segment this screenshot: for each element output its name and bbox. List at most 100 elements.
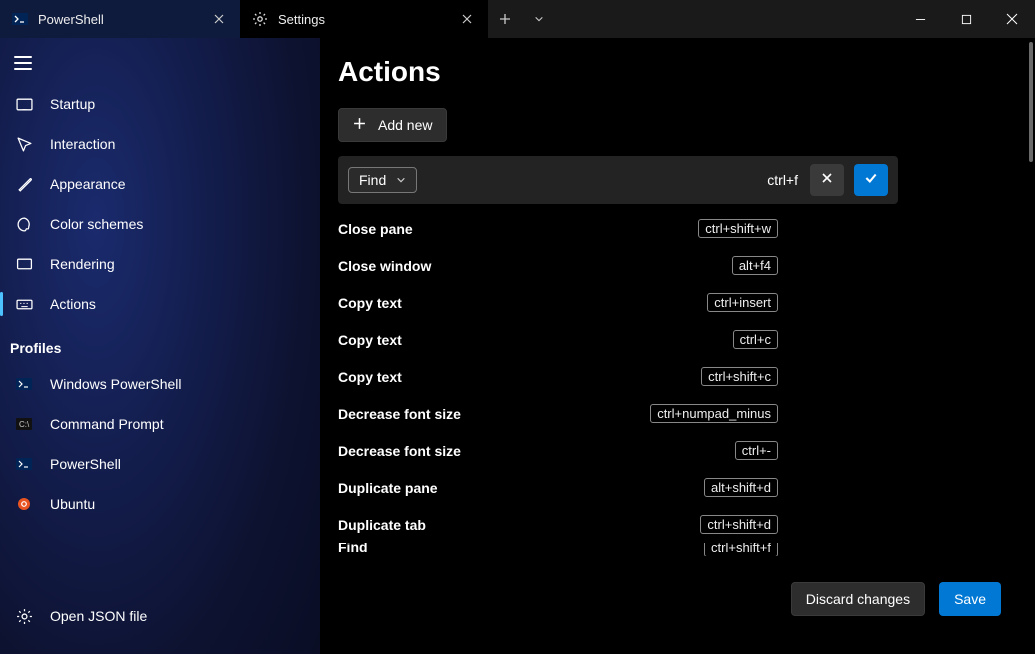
action-name: Duplicate tab — [338, 517, 426, 533]
save-button[interactable]: Save — [939, 582, 1001, 616]
cancel-edit-button[interactable] — [810, 164, 844, 196]
main-panel: Actions Add new Find ctrl+f — [320, 38, 1035, 654]
sidebar-item-appearance[interactable]: Appearance — [0, 164, 320, 204]
add-new-button[interactable]: Add new — [338, 108, 447, 142]
title-bar: PowerShell Settings — [0, 0, 1035, 38]
gear-icon — [14, 606, 34, 626]
action-name: Copy text — [338, 332, 402, 348]
powershell-icon — [14, 454, 34, 474]
svg-text:C:\: C:\ — [19, 420, 30, 429]
profile-command-prompt[interactable]: C:\ Command Prompt — [0, 404, 320, 444]
check-icon — [864, 171, 878, 190]
window-close-button[interactable] — [989, 0, 1035, 38]
interaction-icon — [14, 134, 34, 154]
action-shortcut: alt+f4 — [732, 256, 778, 275]
sidebar-item-label: Rendering — [50, 256, 115, 272]
powershell-icon — [12, 11, 28, 27]
profile-powershell[interactable]: PowerShell — [0, 444, 320, 484]
action-row[interactable]: Copy text ctrl+insert — [338, 284, 778, 321]
action-name: Find — [338, 543, 368, 555]
sidebar-item-interaction[interactable]: Interaction — [0, 124, 320, 164]
discard-changes-button[interactable]: Discard changes — [791, 582, 925, 616]
appearance-icon — [14, 174, 34, 194]
action-row[interactable]: Close panectrl+shift+w — [338, 210, 778, 247]
ubuntu-icon — [14, 494, 34, 514]
sidebar-item-rendering[interactable]: Rendering — [0, 244, 320, 284]
sidebar-item-label: PowerShell — [50, 456, 121, 472]
scrollbar[interactable] — [1029, 38, 1033, 562]
action-row[interactable]: Copy text ctrl+shift+c — [338, 358, 778, 395]
plus-icon — [353, 117, 366, 133]
action-shortcut: ctrl+shift+c — [701, 367, 778, 386]
action-shortcut: ctrl+c — [733, 330, 778, 349]
tab-powershell[interactable]: PowerShell — [0, 0, 240, 38]
sidebar-item-label: Color schemes — [50, 216, 143, 232]
action-row[interactable]: Copy text ctrl+c — [338, 321, 778, 358]
chevron-down-icon — [396, 172, 406, 188]
action-select[interactable]: Find — [348, 167, 417, 193]
sidebar-item-label: Command Prompt — [50, 416, 164, 432]
action-name: Copy text — [338, 369, 402, 385]
rendering-icon — [14, 254, 34, 274]
sidebar-item-label: Interaction — [50, 136, 115, 152]
sidebar-item-color-schemes[interactable]: Color schemes — [0, 204, 320, 244]
sidebar-item-actions[interactable]: Actions — [0, 284, 320, 324]
sidebar-item-label: Ubuntu — [50, 496, 95, 512]
action-shortcut: ctrl+numpad_minus — [650, 404, 778, 423]
window-minimize-button[interactable] — [897, 0, 943, 38]
action-row[interactable]: Duplicate tab ctrl+shift+d — [338, 506, 778, 543]
tab-dropdown-button[interactable] — [522, 0, 556, 38]
sidebar-item-label: Open JSON file — [50, 608, 147, 624]
action-shortcut: alt+shift+d — [704, 478, 778, 497]
action-row[interactable]: Find ctrl+shift+f — [338, 543, 778, 556]
sidebar-item-label: Windows PowerShell — [50, 376, 182, 392]
tab-label: Settings — [278, 12, 448, 27]
accept-edit-button[interactable] — [854, 164, 888, 196]
action-shortcut: ctrl+shift+d — [700, 515, 778, 534]
close-icon[interactable] — [210, 10, 228, 28]
sidebar-item-startup[interactable]: Startup — [0, 84, 320, 124]
profile-ubuntu[interactable]: Ubuntu — [0, 484, 320, 524]
add-new-label: Add new — [378, 117, 432, 133]
sidebar-item-label: Appearance — [50, 176, 126, 192]
profile-windows-powershell[interactable]: Windows PowerShell — [0, 364, 320, 404]
sidebar-item-label: Actions — [50, 296, 96, 312]
sidebar: Startup Interaction Appearance Color sch… — [0, 38, 320, 654]
open-json-file[interactable]: Open JSON file — [0, 596, 320, 636]
action-name: Close window — [338, 258, 431, 274]
action-name: Copy text — [338, 295, 402, 311]
palette-icon — [14, 214, 34, 234]
action-name: Decrease font size — [338, 406, 461, 422]
shortcut-input[interactable]: ctrl+f — [765, 168, 800, 192]
action-row[interactable]: Decrease font size ctrl+numpad_minus — [338, 395, 778, 432]
action-row[interactable]: Close window alt+f4 — [338, 247, 778, 284]
gear-icon — [252, 11, 268, 27]
action-row[interactable]: Decrease font size ctrl+- — [338, 432, 778, 469]
profile-truncated[interactable] — [0, 524, 320, 534]
hamburger-button[interactable] — [0, 44, 320, 84]
action-edit-row: Find ctrl+f — [338, 156, 898, 204]
action-row[interactable]: Duplicate pane alt+shift+d — [338, 469, 778, 506]
action-shortcut: ctrl+shift+f — [704, 543, 778, 556]
profiles-header: Profiles — [0, 324, 320, 364]
tab-label: PowerShell — [38, 12, 200, 27]
action-shortcut: ctrl+shift+w — [698, 219, 778, 238]
close-icon[interactable] — [458, 10, 476, 28]
window-maximize-button[interactable] — [943, 0, 989, 38]
action-select-value: Find — [359, 172, 386, 188]
footer: Discard changes Save — [320, 562, 1035, 654]
page-title: Actions — [338, 56, 1029, 88]
close-icon — [821, 171, 833, 189]
new-tab-button[interactable] — [488, 0, 522, 38]
action-shortcut: ctrl+- — [735, 441, 778, 460]
cmd-icon: C:\ — [14, 414, 34, 434]
keyboard-icon — [14, 294, 34, 314]
action-shortcut: ctrl+insert — [707, 293, 778, 312]
hamburger-icon — [14, 56, 32, 70]
tab-settings[interactable]: Settings — [240, 0, 488, 38]
action-name: Decrease font size — [338, 443, 461, 459]
startup-icon — [14, 94, 34, 114]
sidebar-item-label: Startup — [50, 96, 95, 112]
action-name: Duplicate pane — [338, 480, 438, 496]
powershell-icon — [14, 374, 34, 394]
